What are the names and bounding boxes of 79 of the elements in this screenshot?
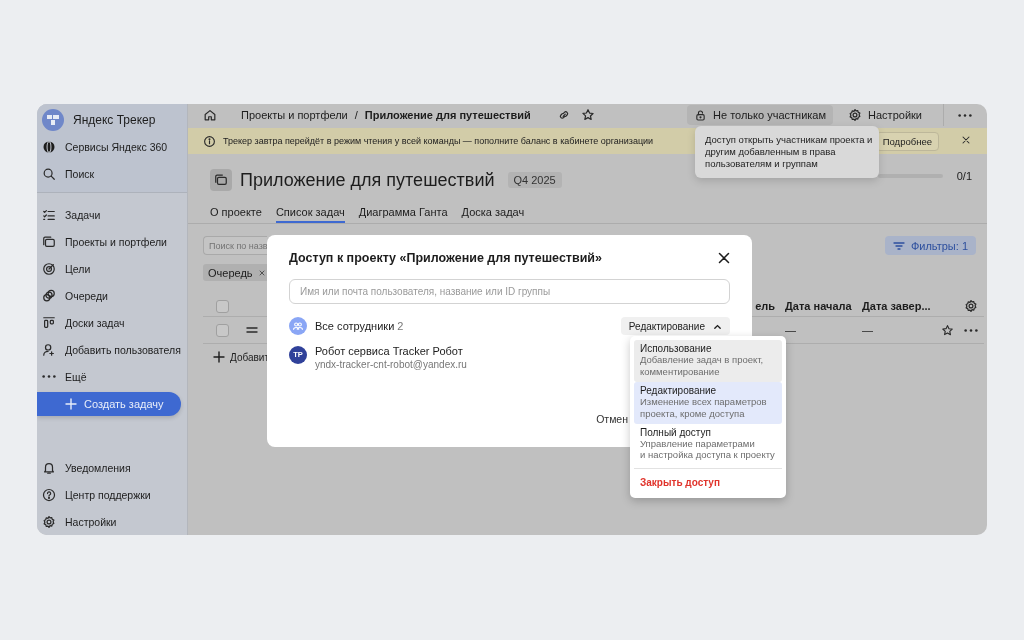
tab[interactable]: О проекте [210, 203, 262, 223]
select-all-checkbox[interactable] [216, 299, 229, 313]
help-icon [42, 487, 56, 502]
dialog-title: Доступ к проекту «Приложение для путешествий» [289, 251, 602, 265]
member-name: Робот сервиса Tracker Робот [315, 345, 464, 357]
circles-icon [42, 288, 56, 303]
add-task-link[interactable]: Добавит [230, 351, 269, 363]
tab[interactable]: Диаграмма Ганта [358, 203, 448, 223]
access-button[interactable]: Не только участникам [687, 105, 834, 125]
search-icon [42, 166, 56, 181]
sidebar-item[interactable]: Цели [37, 255, 187, 282]
more-icon[interactable] [958, 113, 972, 117]
gear-icon [848, 108, 863, 122]
sidebar-item[interactable]: Ещё [37, 363, 187, 390]
home-icon[interactable] [203, 108, 217, 122]
tab[interactable]: Доска задач [461, 203, 525, 223]
role-option[interactable]: Полный доступ Управление параметрами и настройка доступа к проекту [634, 423, 782, 466]
sidebar-item[interactable]: Сервисы Яндекс 360 [37, 133, 187, 160]
column-header[interactable]: Дата начала [785, 300, 852, 312]
sidebar-item[interactable]: Задачи [37, 201, 187, 228]
tab[interactable]: Список задач [275, 203, 345, 223]
column-settings-icon [964, 299, 978, 313]
banner-text: Трекер завтра перейдёт в режим чтения у всей команды — пополните баланс в кабинете организации [223, 136, 654, 146]
breadcrumb-link[interactable]: Проекты и портфели [241, 109, 348, 121]
create-task-button[interactable]: Создать задачу [37, 392, 181, 416]
settings-button[interactable]: Настройки [841, 105, 929, 125]
close-icon[interactable] [960, 134, 972, 146]
role-option[interactable]: Редактирование Изменение всех параметров проекта, кроме доступа [634, 381, 782, 424]
star-icon[interactable] [941, 323, 954, 337]
sidebar-item[interactable]: Очереди [37, 282, 187, 309]
more-icon [42, 375, 56, 378]
sidebar-item[interactable]: Центр поддержки [37, 481, 187, 508]
add-user-icon [42, 342, 56, 357]
plus-icon [213, 351, 225, 363]
plus-icon [65, 398, 77, 410]
table-cell: — [862, 324, 873, 336]
column-header[interactable]: ель [755, 300, 775, 312]
sidebar-item[interactable]: Настройки [37, 508, 187, 535]
task-list-icon [42, 207, 56, 222]
star-icon[interactable] [580, 108, 595, 122]
sidebar-item[interactable]: Добавить пользователя [37, 336, 187, 363]
member-name: Все сотрудники 2 [315, 320, 404, 332]
folders-icon [42, 234, 56, 249]
brand-item[interactable]: Яндекс Трекер [37, 106, 187, 133]
lock-icon [694, 108, 708, 122]
project-title: Приложение для путешествий [240, 169, 495, 191]
drag-handle-icon[interactable] [245, 326, 258, 334]
cancel-button[interactable]: Отмен [596, 413, 628, 425]
revoke-access-item[interactable]: Закрыть доступ [634, 472, 782, 494]
role-dropdown[interactable]: Редактирование [620, 317, 730, 335]
globe-icon [42, 139, 56, 154]
filter-icon [892, 239, 905, 252]
quarter-badge: Q4 2025 [507, 172, 562, 188]
logo-icon[interactable] [42, 108, 64, 131]
filters-button[interactable]: Фильтры: 1 [884, 236, 976, 255]
sidebar-item[interactable]: Уведомления [37, 454, 187, 481]
sidebar-item[interactable]: Поиск [37, 160, 187, 187]
tooltip: Доступ открыть участникам проекта и другим добавленным в права пользователям и группам [695, 126, 879, 179]
target-icon [42, 261, 56, 276]
bell-icon [42, 460, 56, 475]
group-avatar [289, 317, 307, 335]
settings-icon [42, 514, 56, 529]
role-option[interactable]: Использование Добавление задач в проект, комментирование [634, 340, 782, 382]
breadcrumb-link[interactable]: Приложение для путешествий [364, 109, 531, 121]
row-checkbox[interactable] [216, 323, 229, 337]
progress-count: 0/1 [956, 170, 972, 182]
close-button[interactable] [718, 252, 730, 264]
member-email: yndx-tracker-cnt-robot@yandex.ru [315, 359, 467, 370]
more-icon[interactable] [964, 328, 978, 332]
info-icon [203, 134, 216, 148]
project-icon [210, 169, 232, 191]
sidebar-item[interactable]: Доски задач [37, 309, 187, 336]
sidebar-item[interactable]: Проекты и портфели [37, 228, 187, 255]
remove-icon[interactable] [257, 268, 266, 277]
board-icon [42, 315, 56, 330]
column-header[interactable]: Дата завер... [862, 300, 931, 312]
breadcrumb-separator: / [354, 109, 358, 121]
brand-name: Яндекс Трекер [73, 112, 156, 127]
table-cell: — [785, 324, 796, 336]
